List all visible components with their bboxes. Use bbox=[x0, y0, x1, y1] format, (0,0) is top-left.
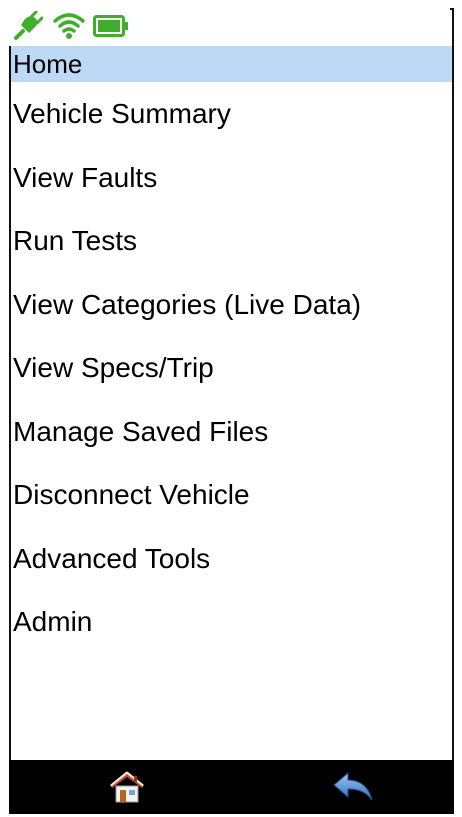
page-title: Home bbox=[11, 46, 452, 82]
menu-item-vehicle-summary[interactable]: Vehicle Summary bbox=[11, 82, 452, 146]
main-menu: Vehicle Summary View Faults Run Tests Vi… bbox=[11, 82, 452, 654]
menu-item-manage-saved-files[interactable]: Manage Saved Files bbox=[11, 400, 452, 464]
battery-icon bbox=[93, 14, 129, 43]
menu-item-view-specs-trip[interactable]: View Specs/Trip bbox=[11, 336, 452, 400]
home-button[interactable] bbox=[107, 768, 147, 806]
app-screen: Home Vehicle Summary View Faults Run Tes… bbox=[0, 0, 462, 817]
back-arrow-icon bbox=[331, 771, 375, 810]
status-bar bbox=[9, 8, 450, 46]
menu-item-view-categories[interactable]: View Categories (Live Data) bbox=[11, 273, 452, 337]
menu-item-admin[interactable]: Admin bbox=[11, 590, 452, 654]
menu-item-view-faults[interactable]: View Faults bbox=[11, 146, 452, 210]
menu-item-run-tests[interactable]: Run Tests bbox=[11, 209, 452, 273]
menu-item-disconnect-vehicle[interactable]: Disconnect Vehicle bbox=[11, 463, 452, 527]
bottom-nav-bar bbox=[9, 760, 454, 814]
back-button[interactable] bbox=[331, 768, 373, 806]
plug-connected-icon bbox=[13, 10, 44, 46]
menu-item-advanced-tools[interactable]: Advanced Tools bbox=[11, 527, 452, 591]
home-icon bbox=[107, 771, 147, 810]
wifi-signal-icon bbox=[53, 11, 85, 46]
